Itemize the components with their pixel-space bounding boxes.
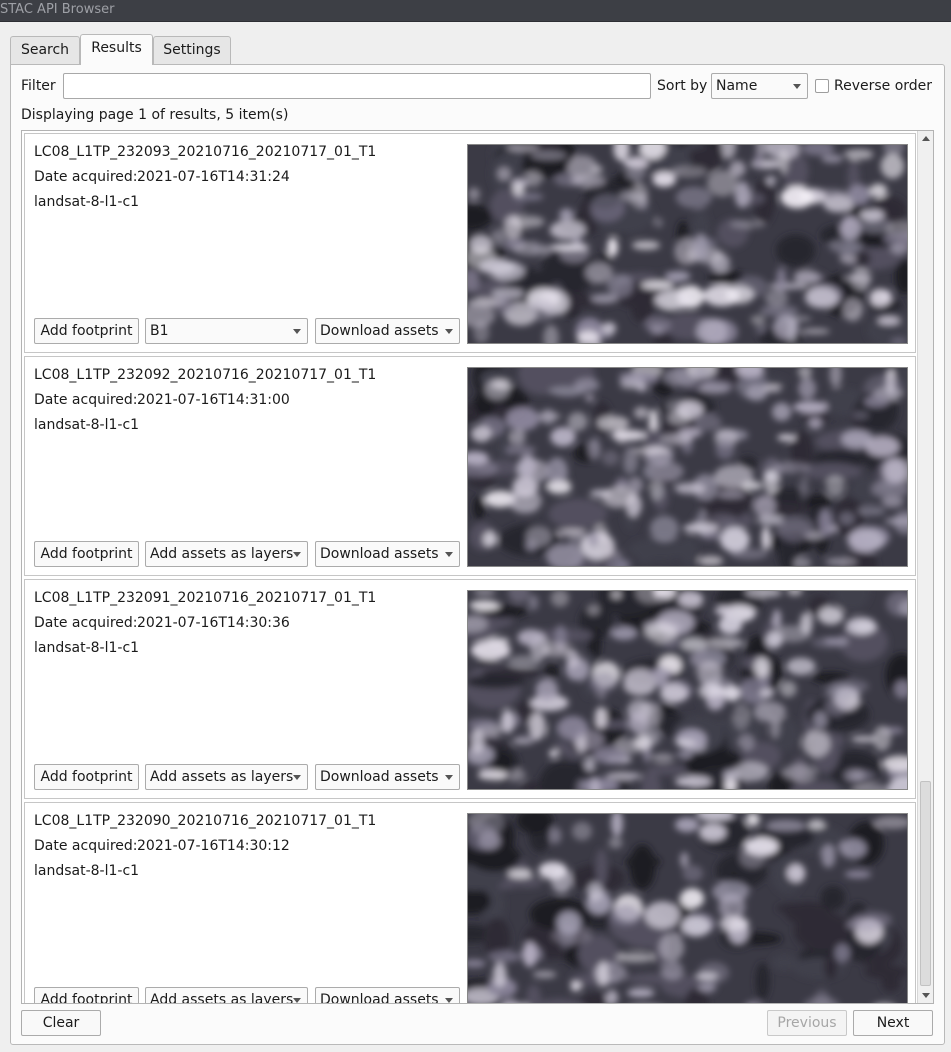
add-assets-select-value: Add assets as layers bbox=[150, 992, 294, 1004]
item-collection: landsat-8-l1-c1 bbox=[34, 863, 140, 879]
item-title: LC08_L1TP_232090_20210716_20210717_01_T1 bbox=[34, 813, 377, 829]
satellite-thumbnail-graphic bbox=[468, 145, 907, 343]
item-date-label: Date acquired: bbox=[34, 838, 138, 854]
add-assets-select[interactable]: B1 bbox=[145, 318, 308, 344]
item-date-label: Date acquired: bbox=[34, 169, 138, 185]
scroll-up-arrow-icon[interactable] bbox=[922, 136, 930, 141]
results-scrollbar[interactable] bbox=[917, 131, 933, 1003]
chevron-down-icon bbox=[293, 552, 301, 557]
chevron-down-icon bbox=[793, 84, 801, 89]
item-collection: landsat-8-l1-c1 bbox=[34, 417, 140, 433]
chevron-down-icon bbox=[445, 998, 453, 1003]
tab-search[interactable]: Search bbox=[10, 36, 80, 65]
chevron-down-icon bbox=[445, 552, 453, 557]
next-button[interactable]: Next bbox=[853, 1010, 933, 1036]
tab-settings[interactable]: Settings bbox=[153, 36, 231, 65]
add-assets-select[interactable]: Add assets as layers bbox=[145, 764, 308, 790]
download-assets-select-value: Download assets bbox=[320, 546, 439, 562]
add-footprint-button[interactable]: Add footprint bbox=[34, 764, 139, 790]
chevron-down-icon bbox=[445, 329, 453, 334]
item-date-value: 2021-07-16T14:31:24 bbox=[137, 169, 290, 185]
filter-label: Filter bbox=[21, 78, 56, 94]
satellite-thumbnail-graphic bbox=[468, 591, 907, 789]
add-footprint-button[interactable]: Add footprint bbox=[34, 318, 139, 344]
results-status: Displaying page 1 of results, 5 item(s) bbox=[21, 107, 289, 123]
add-assets-select[interactable]: Add assets as layers bbox=[145, 541, 308, 567]
window-titlebar: STAC API Browser bbox=[0, 0, 951, 22]
tab-results[interactable]: Results bbox=[80, 34, 153, 65]
add-assets-select-value: Add assets as layers bbox=[150, 769, 294, 785]
reverse-order-checkbox[interactable] bbox=[815, 79, 829, 93]
item-date-label: Date acquired: bbox=[34, 392, 138, 408]
item-title: LC08_L1TP_232093_20210716_20210717_01_T1 bbox=[34, 144, 377, 160]
download-assets-select[interactable]: Download assets bbox=[315, 541, 460, 567]
add-assets-select[interactable]: Add assets as layers bbox=[145, 987, 308, 1004]
scrollbar-handle[interactable] bbox=[920, 781, 931, 986]
item-date-value: 2021-07-16T14:30:12 bbox=[137, 838, 290, 854]
add-assets-select-value: Add assets as layers bbox=[150, 546, 294, 562]
filter-input[interactable] bbox=[63, 73, 651, 99]
add-assets-select-value: B1 bbox=[150, 323, 169, 339]
results-list[interactable]: LC08_L1TP_232093_20210716_20210717_01_T1… bbox=[21, 130, 934, 1004]
download-assets-select[interactable]: Download assets bbox=[315, 987, 460, 1004]
item-collection: landsat-8-l1-c1 bbox=[34, 640, 140, 656]
satellite-thumbnail-graphic bbox=[468, 814, 907, 1003]
chevron-down-icon bbox=[293, 998, 301, 1003]
item-title: LC08_L1TP_232092_20210716_20210717_01_T1 bbox=[34, 367, 377, 383]
download-assets-select-value: Download assets bbox=[320, 323, 439, 339]
chevron-down-icon bbox=[293, 329, 301, 334]
item-thumbnail bbox=[467, 590, 908, 790]
item-date-value: 2021-07-16T14:31:00 bbox=[137, 392, 290, 408]
list-item: LC08_L1TP_232093_20210716_20210717_01_T1… bbox=[24, 133, 916, 353]
item-collection: landsat-8-l1-c1 bbox=[34, 194, 140, 210]
download-assets-select[interactable]: Download assets bbox=[315, 764, 460, 790]
chevron-down-icon bbox=[445, 775, 453, 780]
item-date-value: 2021-07-16T14:30:36 bbox=[137, 615, 290, 631]
clear-button[interactable]: Clear bbox=[21, 1010, 101, 1036]
list-item: LC08_L1TP_232090_20210716_20210717_01_T1… bbox=[24, 802, 916, 1004]
list-item: LC08_L1TP_232092_20210716_20210717_01_T1… bbox=[24, 356, 916, 576]
chevron-down-icon bbox=[293, 775, 301, 780]
download-assets-select[interactable]: Download assets bbox=[315, 318, 460, 344]
sort-label: Sort by bbox=[657, 78, 708, 94]
scroll-down-arrow-icon[interactable] bbox=[922, 993, 930, 998]
sort-by-select[interactable]: Name bbox=[711, 73, 808, 99]
item-thumbnail bbox=[467, 813, 908, 1003]
download-assets-select-value: Download assets bbox=[320, 992, 439, 1004]
sort-by-value: Name bbox=[716, 78, 758, 94]
list-item: LC08_L1TP_232091_20210716_20210717_01_T1… bbox=[24, 579, 916, 799]
item-thumbnail bbox=[467, 144, 908, 344]
item-thumbnail bbox=[467, 367, 908, 567]
satellite-thumbnail-graphic bbox=[468, 368, 907, 566]
add-footprint-button[interactable]: Add footprint bbox=[34, 987, 139, 1003]
reverse-order-label: Reverse order bbox=[834, 78, 933, 94]
item-title: LC08_L1TP_232091_20210716_20210717_01_T1 bbox=[34, 590, 377, 606]
item-date-label: Date acquired: bbox=[34, 615, 138, 631]
download-assets-select-value: Download assets bbox=[320, 769, 439, 785]
window-title: STAC API Browser bbox=[0, 2, 115, 17]
add-footprint-button[interactable]: Add footprint bbox=[34, 541, 139, 567]
previous-button[interactable]: Previous bbox=[767, 1010, 847, 1036]
